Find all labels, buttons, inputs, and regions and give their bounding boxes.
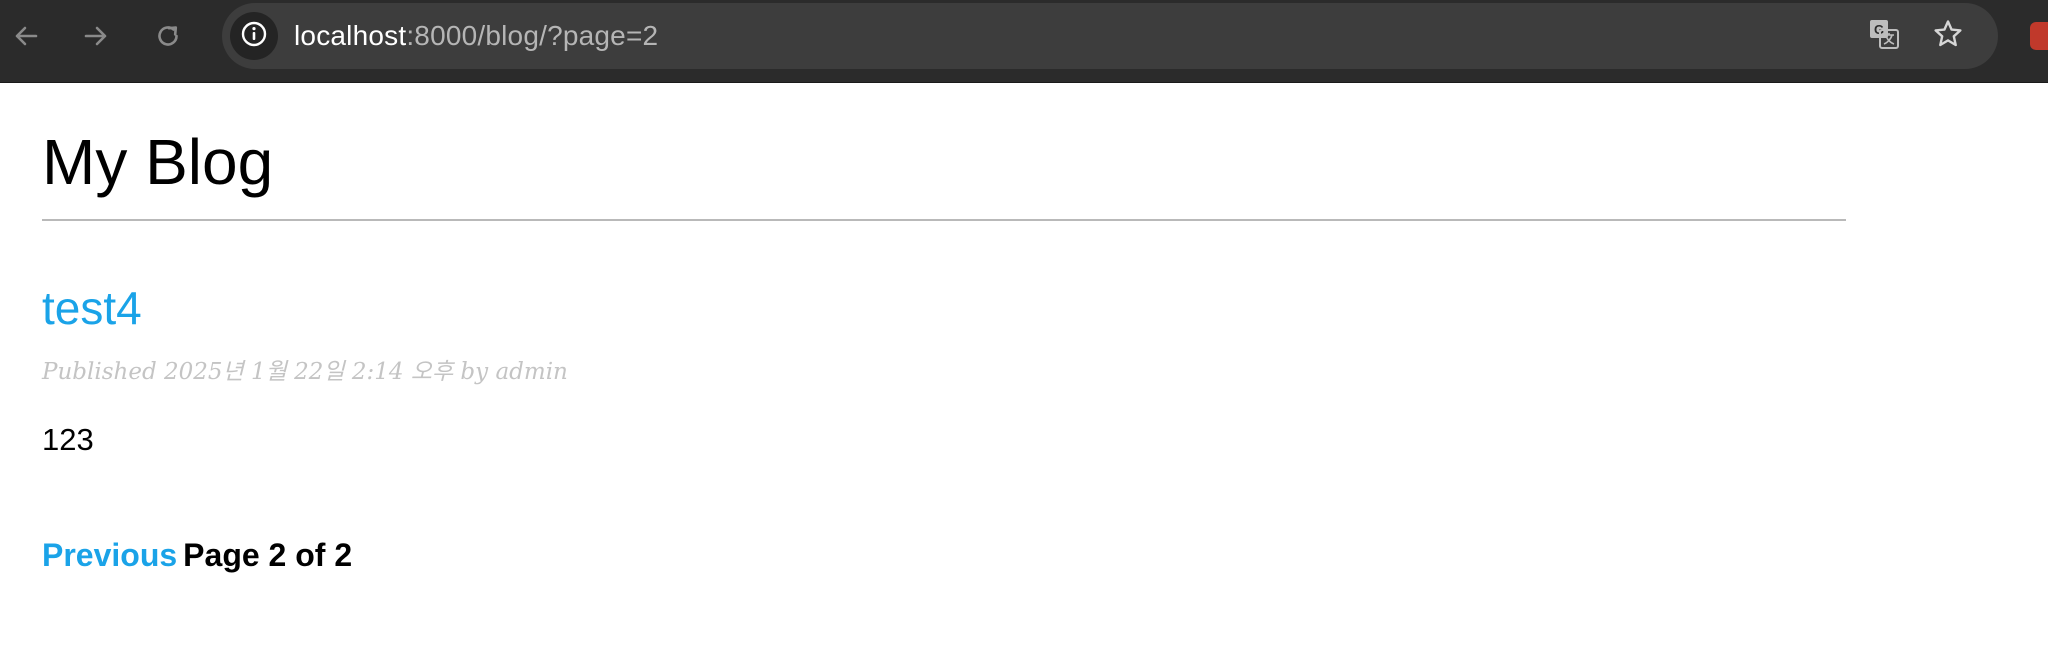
post-meta: Published 2025년 1월 22일 2:14 오후 by admin — [42, 359, 568, 385]
arrow-right-icon — [82, 22, 110, 50]
back-button[interactable] — [6, 16, 46, 56]
extension-icon[interactable] — [2030, 22, 2048, 50]
translate-button[interactable]: G — [1864, 16, 1904, 56]
translate-icon: G — [1867, 17, 1901, 56]
reload-button[interactable] — [148, 16, 188, 56]
bookmark-button[interactable] — [1928, 16, 1968, 56]
page-status: Page 2 of 2 — [183, 537, 353, 573]
url-host: localhost — [294, 20, 407, 51]
pagination: Previous Page 2 of 2 — [42, 534, 352, 576]
page-content: My Blog test4 Published 2025년 1월 22일 2:1… — [0, 84, 2048, 652]
address-bar[interactable]: localhost:8000/blog/?page=2 G — [222, 3, 1998, 69]
star-icon — [1932, 18, 1964, 55]
post-title-link[interactable]: test4 — [42, 280, 142, 336]
url-text[interactable]: localhost:8000/blog/?page=2 — [294, 3, 658, 69]
site-info-button[interactable] — [230, 12, 278, 60]
url-path: :8000/blog/?page=2 — [406, 20, 659, 51]
arrow-left-icon — [12, 22, 40, 50]
header-divider — [42, 219, 1846, 221]
reload-icon — [154, 22, 182, 50]
blog-title: My Blog — [42, 126, 274, 198]
post-body: 123 — [42, 422, 94, 457]
info-icon — [240, 20, 268, 53]
browser-toolbar: localhost:8000/blog/?page=2 G — [0, 0, 2048, 83]
forward-button[interactable] — [76, 16, 116, 56]
previous-page-link[interactable]: Previous — [42, 537, 177, 573]
